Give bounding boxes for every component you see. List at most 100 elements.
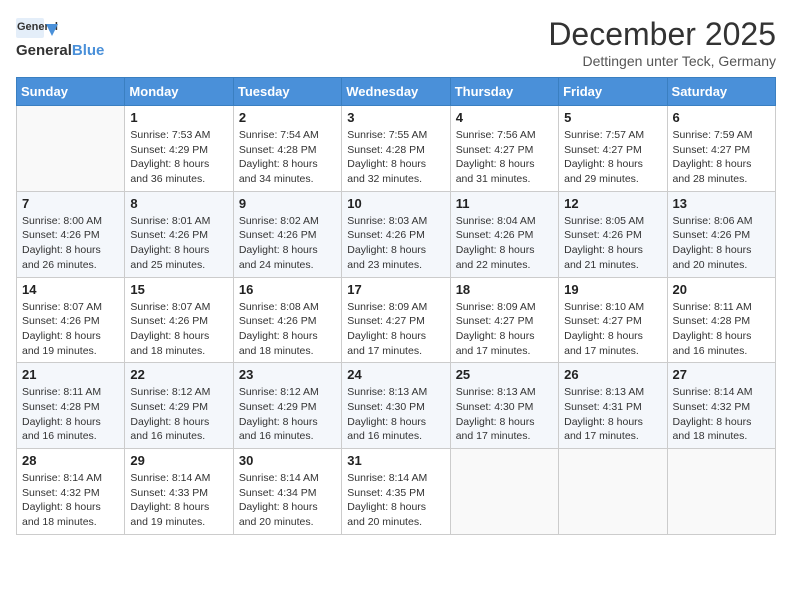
day-cell: 26 Sunrise: 8:13 AM Sunset: 4:31 PM Dayli… [559, 363, 667, 449]
day-number: 23 [239, 367, 336, 382]
day-number: 17 [347, 282, 444, 297]
week-row-2: 7 Sunrise: 8:00 AM Sunset: 4:26 PM Daylig… [17, 191, 776, 277]
day-number: 2 [239, 110, 336, 125]
day-cell [559, 449, 667, 535]
day-number: 18 [456, 282, 553, 297]
day-info: Sunrise: 7:53 AM Sunset: 4:29 PM Dayligh… [130, 128, 227, 187]
day-number: 20 [673, 282, 770, 297]
day-cell: 30 Sunrise: 8:14 AM Sunset: 4:34 PM Dayli… [233, 449, 341, 535]
day-number: 7 [22, 196, 119, 211]
day-info: Sunrise: 8:00 AM Sunset: 4:26 PM Dayligh… [22, 214, 119, 273]
day-cell: 2 Sunrise: 7:54 AM Sunset: 4:28 PM Daylig… [233, 106, 341, 192]
day-cell: 29 Sunrise: 8:14 AM Sunset: 4:33 PM Dayli… [125, 449, 233, 535]
day-info: Sunrise: 7:56 AM Sunset: 4:27 PM Dayligh… [456, 128, 553, 187]
day-cell: 14 Sunrise: 8:07 AM Sunset: 4:26 PM Dayli… [17, 277, 125, 363]
day-info: Sunrise: 8:14 AM Sunset: 4:34 PM Dayligh… [239, 471, 336, 530]
day-number: 16 [239, 282, 336, 297]
day-cell: 11Sunrise: 8:04 AM Sunset: 4:26 PM Dayli… [450, 191, 558, 277]
day-number: 9 [239, 196, 336, 211]
weekday-header-row: SundayMondayTuesdayWednesdayThursdayFrid… [17, 78, 776, 106]
week-row-5: 28Sunrise: 8:14 AM Sunset: 4:32 PM Dayli… [17, 449, 776, 535]
day-number: 3 [347, 110, 444, 125]
day-number: 12 [564, 196, 661, 211]
day-info: Sunrise: 8:08 AM Sunset: 4:26 PM Dayligh… [239, 300, 336, 359]
day-info: Sunrise: 8:14 AM Sunset: 4:35 PM Dayligh… [347, 471, 444, 530]
day-number: 1 [130, 110, 227, 125]
day-cell: 16 Sunrise: 8:08 AM Sunset: 4:26 PM Dayli… [233, 277, 341, 363]
weekday-header-saturday: Saturday [667, 78, 775, 106]
day-number: 24 [347, 367, 444, 382]
header: General General Blue December 2025 Detti… [16, 16, 776, 69]
day-cell [17, 106, 125, 192]
day-info: Sunrise: 8:12 AM Sunset: 4:29 PM Dayligh… [239, 385, 336, 444]
day-number: 5 [564, 110, 661, 125]
location-title: Dettingen unter Teck, Germany [548, 53, 776, 69]
day-cell: 25 Sunrise: 8:13 AM Sunset: 4:30 PM Dayli… [450, 363, 558, 449]
day-number: 13 [673, 196, 770, 211]
day-number: 15 [130, 282, 227, 297]
day-cell: 24 Sunrise: 8:13 AM Sunset: 4:30 PM Dayli… [342, 363, 450, 449]
day-info: Sunrise: 8:10 AM Sunset: 4:27 PM Dayligh… [564, 300, 661, 359]
day-number: 6 [673, 110, 770, 125]
day-info: Sunrise: 8:14 AM Sunset: 4:32 PM Dayligh… [673, 385, 770, 444]
title-area: December 2025 Dettingen unter Teck, Germ… [548, 16, 776, 69]
day-info: Sunrise: 7:59 AM Sunset: 4:27 PM Dayligh… [673, 128, 770, 187]
day-cell: 1 Sunrise: 7:53 AM Sunset: 4:29 PM Daylig… [125, 106, 233, 192]
day-cell: 8 Sunrise: 8:01 AM Sunset: 4:26 PM Daylig… [125, 191, 233, 277]
logo-blue-text: Blue [72, 42, 105, 59]
day-number: 28 [22, 453, 119, 468]
logo: General General Blue [16, 16, 104, 59]
day-cell: 19 Sunrise: 8:10 AM Sunset: 4:27 PM Dayli… [559, 277, 667, 363]
day-info: Sunrise: 8:03 AM Sunset: 4:26 PM Dayligh… [347, 214, 444, 273]
day-info: Sunrise: 8:09 AM Sunset: 4:27 PM Dayligh… [347, 300, 444, 359]
day-cell: 9 Sunrise: 8:02 AM Sunset: 4:26 PM Daylig… [233, 191, 341, 277]
day-cell: 3 Sunrise: 7:55 AM Sunset: 4:28 PM Daylig… [342, 106, 450, 192]
day-cell: 17 Sunrise: 8:09 AM Sunset: 4:27 PM Dayli… [342, 277, 450, 363]
week-row-4: 21Sunrise: 8:11 AM Sunset: 4:28 PM Dayli… [17, 363, 776, 449]
day-info: Sunrise: 7:57 AM Sunset: 4:27 PM Dayligh… [564, 128, 661, 187]
day-cell: 18 Sunrise: 8:09 AM Sunset: 4:27 PM Dayli… [450, 277, 558, 363]
day-info: Sunrise: 8:05 AM Sunset: 4:26 PM Dayligh… [564, 214, 661, 273]
weekday-header-tuesday: Tuesday [233, 78, 341, 106]
day-info: Sunrise: 8:13 AM Sunset: 4:30 PM Dayligh… [456, 385, 553, 444]
day-info: Sunrise: 8:11 AM Sunset: 4:28 PM Dayligh… [673, 300, 770, 359]
day-cell: 23 Sunrise: 8:12 AM Sunset: 4:29 PM Dayli… [233, 363, 341, 449]
day-number: 19 [564, 282, 661, 297]
day-cell: 13 Sunrise: 8:06 AM Sunset: 4:26 PM Dayli… [667, 191, 775, 277]
day-number: 11 [456, 196, 553, 211]
day-cell: 21Sunrise: 8:11 AM Sunset: 4:28 PM Dayli… [17, 363, 125, 449]
logo-general-text: General [16, 42, 72, 59]
day-number: 8 [130, 196, 227, 211]
day-cell: 6 Sunrise: 7:59 AM Sunset: 4:27 PM Daylig… [667, 106, 775, 192]
week-row-3: 14 Sunrise: 8:07 AM Sunset: 4:26 PM Dayli… [17, 277, 776, 363]
day-cell: 27Sunrise: 8:14 AM Sunset: 4:32 PM Dayli… [667, 363, 775, 449]
day-number: 30 [239, 453, 336, 468]
day-number: 10 [347, 196, 444, 211]
day-number: 4 [456, 110, 553, 125]
day-info: Sunrise: 7:55 AM Sunset: 4:28 PM Dayligh… [347, 128, 444, 187]
day-info: Sunrise: 8:13 AM Sunset: 4:31 PM Dayligh… [564, 385, 661, 444]
day-cell [450, 449, 558, 535]
day-info: Sunrise: 8:11 AM Sunset: 4:28 PM Dayligh… [22, 385, 119, 444]
day-info: Sunrise: 8:14 AM Sunset: 4:33 PM Dayligh… [130, 471, 227, 530]
week-row-1: 1 Sunrise: 7:53 AM Sunset: 4:29 PM Daylig… [17, 106, 776, 192]
day-info: Sunrise: 7:54 AM Sunset: 4:28 PM Dayligh… [239, 128, 336, 187]
day-number: 26 [564, 367, 661, 382]
day-number: 14 [22, 282, 119, 297]
day-info: Sunrise: 8:01 AM Sunset: 4:26 PM Dayligh… [130, 214, 227, 273]
day-info: Sunrise: 8:13 AM Sunset: 4:30 PM Dayligh… [347, 385, 444, 444]
day-number: 25 [456, 367, 553, 382]
day-cell: 15Sunrise: 8:07 AM Sunset: 4:26 PM Dayli… [125, 277, 233, 363]
day-number: 22 [130, 367, 227, 382]
weekday-header-wednesday: Wednesday [342, 78, 450, 106]
day-number: 29 [130, 453, 227, 468]
day-info: Sunrise: 8:06 AM Sunset: 4:26 PM Dayligh… [673, 214, 770, 273]
weekday-header-monday: Monday [125, 78, 233, 106]
day-info: Sunrise: 8:09 AM Sunset: 4:27 PM Dayligh… [456, 300, 553, 359]
month-title: December 2025 [548, 16, 776, 53]
day-info: Sunrise: 8:02 AM Sunset: 4:26 PM Dayligh… [239, 214, 336, 273]
day-info: Sunrise: 8:07 AM Sunset: 4:26 PM Dayligh… [22, 300, 119, 359]
day-cell: 28Sunrise: 8:14 AM Sunset: 4:32 PM Dayli… [17, 449, 125, 535]
weekday-header-thursday: Thursday [450, 78, 558, 106]
day-number: 31 [347, 453, 444, 468]
